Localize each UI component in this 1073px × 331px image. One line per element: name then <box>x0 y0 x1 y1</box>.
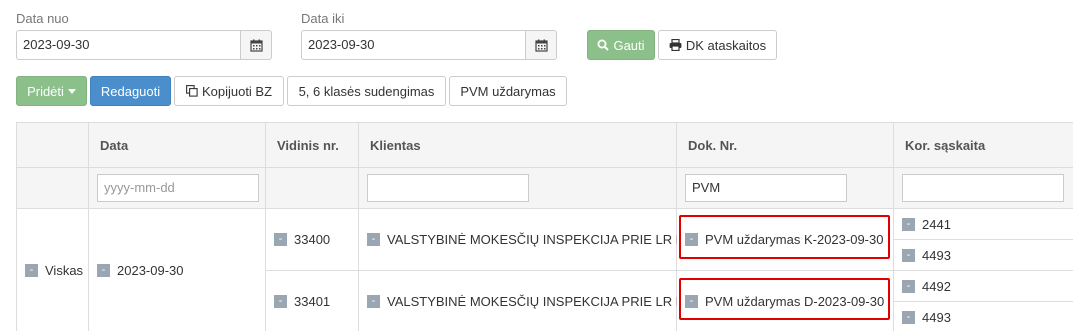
vat-close-button[interactable]: PVM uždarymas <box>449 76 567 106</box>
column-header-internal-nr[interactable]: Vidinis nr. <box>266 123 359 168</box>
copy-bz-button[interactable]: Kopijuoti BZ <box>174 76 284 106</box>
client-name: VALSTYBINĖ MOKESČIŲ INSPEKCIJA PRIE LR F… <box>387 293 695 309</box>
filter-cell-group <box>17 168 89 209</box>
column-header-client[interactable]: Klientas <box>359 123 677 168</box>
copy-bz-label: Kopijuoti BZ <box>201 83 273 99</box>
search-icon <box>597 39 610 51</box>
group-cell: - Viskas <box>17 209 89 331</box>
column-header-group <box>17 123 89 168</box>
date-to-calendar-button[interactable] <box>525 30 557 60</box>
account: 2441 <box>922 216 951 232</box>
get-button[interactable]: Gauti <box>587 30 655 60</box>
filter-cell-doc-nr: PVM <box>677 168 894 209</box>
collapse-icon[interactable]: - <box>902 279 915 293</box>
collapse-icon[interactable]: - <box>367 294 380 308</box>
edit-button[interactable]: Redaguoti <box>90 76 171 106</box>
table-row-internal-nr[interactable]: - 33400 <box>266 209 359 271</box>
account-filter-input[interactable] <box>902 174 1064 202</box>
collapse-icon[interactable]: - <box>902 310 915 324</box>
copy-icon <box>186 85 198 97</box>
table-row-account[interactable]: - 2441 <box>894 209 1073 240</box>
table-row-account[interactable]: - 4492 <box>894 271 1073 302</box>
table-row-account[interactable]: - 4493 <box>894 240 1073 271</box>
calendar-icon <box>249 39 263 52</box>
collapse-icon[interactable]: - <box>274 233 287 246</box>
doc-nr-filter-input[interactable]: PVM <box>685 174 847 202</box>
date-from-label: Data nuo <box>16 11 69 26</box>
date-from-group: 2023-09-30 <box>16 30 272 60</box>
table-row-client[interactable]: - VALSTYBINĖ MOKESČIŲ INSPEKCIJA PRIE LR… <box>359 209 695 271</box>
group-date: 2023-09-30 <box>117 262 184 278</box>
group-label: Viskas <box>45 262 84 278</box>
account: 4493 <box>922 309 951 325</box>
collapse-icon[interactable]: - <box>274 294 287 308</box>
client-filter-input[interactable] <box>367 174 529 202</box>
group-date-cell: - 2023-09-30 <box>89 209 266 331</box>
filter-cell-client <box>359 168 677 209</box>
dk-reports-button[interactable]: DK ataskaitos <box>658 30 777 60</box>
table-row-client[interactable]: - VALSTYBINĖ MOKESČIŲ INSPEKCIJA PRIE LR… <box>359 271 695 331</box>
vat-close-label: PVM uždarymas <box>460 83 556 99</box>
collapse-icon[interactable]: - <box>97 263 110 277</box>
account: 4492 <box>922 278 951 294</box>
table-row-internal-nr[interactable]: - 33401 <box>266 271 359 331</box>
date-from-calendar-button[interactable] <box>240 30 272 60</box>
date-from-input[interactable]: 2023-09-30 <box>16 30 240 60</box>
add-button-label: Pridėti <box>27 83 64 99</box>
documents-grid: Data Vidinis nr. Klientas Dok. Nr. Kor. … <box>16 122 1073 331</box>
table-row-account[interactable]: - 4493 <box>894 302 1073 331</box>
get-button-label: Gauti <box>613 37 645 53</box>
doc-nr-highlight <box>679 278 890 320</box>
calendar-icon <box>534 39 548 52</box>
date-filter-input[interactable]: yyyy-mm-dd <box>97 174 259 202</box>
edit-button-label: Redaguoti <box>100 83 161 99</box>
column-header-date[interactable]: Data <box>89 123 266 168</box>
print-icon <box>669 39 682 51</box>
date-to-group: 2023-09-30 <box>301 30 557 60</box>
filter-cell-internal-nr <box>266 168 359 209</box>
date-to-input[interactable]: 2023-09-30 <box>301 30 525 60</box>
dk-reports-label: DK ataskaitos <box>685 37 767 53</box>
account: 4493 <box>922 247 951 263</box>
doc-nr-highlight <box>679 215 890 259</box>
merge-classes-button[interactable]: 5, 6 klasės sudengimas <box>287 76 446 106</box>
column-header-doc-nr[interactable]: Dok. Nr. <box>677 123 894 168</box>
merge-classes-label: 5, 6 klasės sudengimas <box>298 83 435 99</box>
collapse-icon[interactable]: - <box>367 233 380 246</box>
client-name: VALSTYBINĖ MOKESČIŲ INSPEKCIJA PRIE LR F… <box>387 232 695 247</box>
internal-nr: 33401 <box>294 293 331 309</box>
internal-nr: 33400 <box>294 232 331 247</box>
add-dropdown-button[interactable]: Pridėti <box>16 76 87 106</box>
filter-cell-date: yyyy-mm-dd <box>89 168 266 209</box>
caret-down-icon <box>67 88 76 94</box>
date-to-label: Data iki <box>301 11 345 26</box>
column-header-account[interactable]: Kor. sąskaita <box>894 123 1073 168</box>
collapse-icon[interactable]: - <box>25 263 38 277</box>
collapse-icon[interactable]: - <box>902 217 915 231</box>
collapse-icon[interactable]: - <box>902 248 915 262</box>
filter-cell-account <box>894 168 1073 209</box>
